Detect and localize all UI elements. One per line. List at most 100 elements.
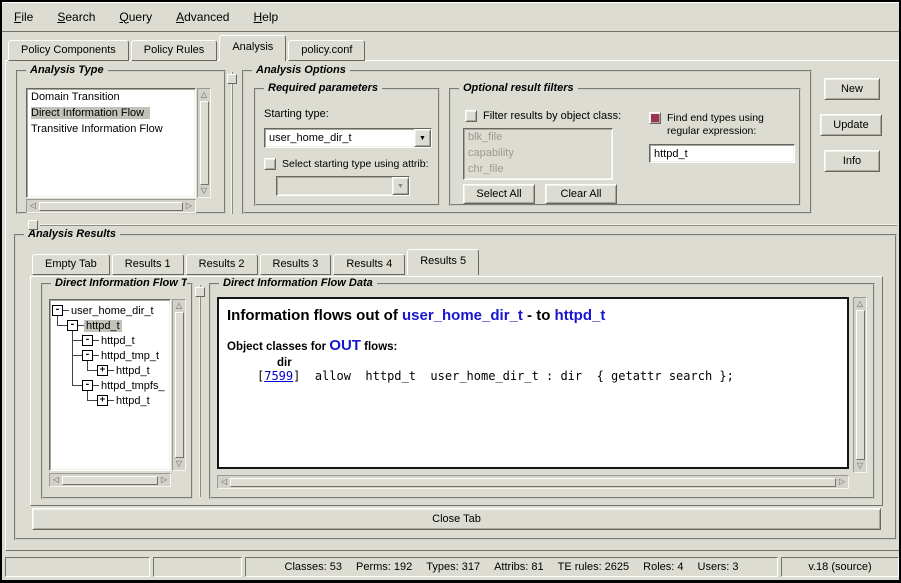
- scroll-right-icon[interactable]: ▷: [184, 201, 194, 211]
- status-panel-version: v.18 (source): [781, 557, 899, 577]
- flow-data-group: Direct Information Flow Data Information…: [209, 283, 875, 499]
- status-panel-empty-2: [153, 557, 242, 577]
- scrollbar-thumb[interactable]: [230, 478, 836, 487]
- starting-type-value: user_home_dir_t: [269, 132, 352, 144]
- info-button[interactable]: Info: [824, 150, 880, 172]
- scroll-right-icon[interactable]: ▷: [837, 477, 847, 487]
- data-vscrollbar[interactable]: △ ▽: [853, 297, 867, 473]
- optional-result-filters-group: Optional result filters Filter results b…: [449, 88, 801, 206]
- tree-node-label[interactable]: httpd_t: [99, 335, 137, 347]
- tree-node-httpd-t-child[interactable]: + httpd_t: [97, 363, 152, 378]
- chevron-down-icon[interactable]: ▼: [414, 129, 431, 147]
- stat-perms: Perms: 192: [356, 561, 412, 573]
- tree-node-label[interactable]: httpd_tmp_t: [99, 350, 161, 362]
- menu-advanced[interactable]: Advanced: [176, 10, 229, 24]
- regex-input[interactable]: [649, 144, 795, 163]
- scroll-left-icon[interactable]: ◁: [219, 477, 229, 487]
- scrollbar-thumb[interactable]: [39, 202, 183, 211]
- close-tab-button[interactable]: Close Tab: [32, 508, 881, 530]
- tree-node-httpd-t[interactable]: - httpd_t: [82, 333, 137, 348]
- menu-file[interactable]: File: [14, 10, 33, 24]
- flow-data-title: Direct Information Flow Data: [219, 277, 377, 289]
- menu-query[interactable]: Query: [119, 10, 152, 24]
- scrollbar-thumb[interactable]: [856, 310, 865, 460]
- tree-node-label[interactable]: user_home_dir_t: [69, 305, 156, 317]
- tree-node-label[interactable]: httpd_tmpfs_: [99, 380, 167, 392]
- object-class-checkbox-label: Filter results by object class:: [483, 110, 621, 122]
- analysis-type-item-transitive-information-flow[interactable]: Transitive Information Flow: [27, 121, 195, 137]
- object-class-checkbox[interactable]: [465, 110, 477, 122]
- rule-line: [7599] allow httpd_t user_home_dir_t : d…: [257, 369, 845, 383]
- tab-results-4[interactable]: Results 4: [333, 254, 405, 275]
- new-button[interactable]: New: [824, 78, 880, 100]
- tab-results-2[interactable]: Results 2: [186, 254, 258, 275]
- tree-node-httpd-t-selected[interactable]: - httpd_t: [67, 318, 122, 333]
- tree-expander-icon[interactable]: -: [52, 305, 63, 316]
- tree-connector: [72, 355, 82, 356]
- tree-vscrollbar[interactable]: △ ▽: [172, 299, 186, 471]
- tree-node-user-home-dir-t[interactable]: - user_home_dir_t: [52, 303, 156, 318]
- scrollbar-thumb[interactable]: [200, 101, 209, 185]
- rule-text: allow httpd_t user_home_dir_t : dir { ge…: [300, 369, 733, 383]
- select-all-button[interactable]: Select All: [463, 184, 535, 204]
- analysis-type-vscrollbar[interactable]: △ ▽: [197, 88, 211, 198]
- analysis-type-item-direct-information-flow[interactable]: Direct Information Flow: [27, 105, 195, 121]
- tab-empty-tab[interactable]: Empty Tab: [32, 254, 110, 275]
- analysis-options-title: Analysis Options: [252, 64, 350, 76]
- results-sash-horizontal[interactable]: [40, 224, 897, 226]
- menu-search[interactable]: Search: [57, 10, 95, 24]
- pane-sash-handle[interactable]: [227, 74, 237, 84]
- data-hscrollbar[interactable]: ◁ ▷: [217, 475, 849, 489]
- tab-policy-conf[interactable]: policy.conf: [288, 40, 365, 61]
- tree-expander-icon[interactable]: +: [97, 365, 108, 376]
- regex-checkbox[interactable]: [649, 112, 661, 124]
- tree-node-httpd-tmp-t[interactable]: - httpd_tmp_t: [82, 348, 161, 363]
- rule-id-link[interactable]: 7599: [264, 369, 293, 383]
- analysis-type-title: Analysis Type: [26, 64, 108, 76]
- analysis-type-item-domain-transition[interactable]: Domain Transition: [27, 89, 195, 105]
- clear-all-button[interactable]: Clear All: [545, 184, 617, 204]
- scrollbar-thumb[interactable]: [62, 476, 158, 485]
- tree-expander-icon[interactable]: -: [67, 320, 78, 331]
- scrollbar-thumb[interactable]: [175, 312, 184, 458]
- tab-policy-rules[interactable]: Policy Rules: [131, 40, 218, 61]
- tree-data-sash[interactable]: [199, 285, 201, 497]
- tree-expander-icon[interactable]: +: [97, 395, 108, 406]
- tree-hscrollbar[interactable]: ◁ ▷: [49, 473, 171, 487]
- analysis-type-listbox[interactable]: Domain Transition Direct Information Flo…: [26, 88, 196, 198]
- tab-analysis[interactable]: Analysis: [219, 35, 286, 61]
- menu-help[interactable]: Help: [253, 10, 278, 24]
- starting-type-combobox[interactable]: user_home_dir_t ▼: [264, 128, 432, 148]
- tree-node-label[interactable]: httpd_t: [84, 320, 122, 332]
- tab-results-3[interactable]: Results 3: [260, 254, 332, 275]
- flow-data-textarea[interactable]: Information flows out of user_home_dir_t…: [217, 297, 849, 469]
- attrib-checkbox[interactable]: [264, 158, 276, 170]
- tab-results-1[interactable]: Results 1: [112, 254, 184, 275]
- results-sash-handle[interactable]: [28, 220, 38, 230]
- scroll-left-icon[interactable]: ◁: [51, 475, 61, 485]
- tree-node-label[interactable]: httpd_t: [114, 365, 152, 377]
- object-class-checkbox-row: Filter results by object class:: [465, 110, 621, 122]
- tab-policy-components[interactable]: Policy Components: [8, 40, 129, 61]
- scroll-down-icon[interactable]: ▽: [199, 186, 209, 196]
- tree-node-httpd-t-child2[interactable]: + httpd_t: [97, 393, 152, 408]
- tree-node-label[interactable]: httpd_t: [114, 395, 152, 407]
- scroll-down-icon[interactable]: ▽: [174, 459, 184, 469]
- tab-results-5[interactable]: Results 5: [407, 249, 479, 275]
- tree-expander-icon[interactable]: -: [82, 335, 93, 346]
- flow-tree[interactable]: - user_home_dir_t - httpd_t - httpd_t - …: [49, 299, 171, 471]
- analysis-type-hscrollbar[interactable]: ◁ ▷: [26, 199, 196, 213]
- tree-expander-icon[interactable]: -: [82, 350, 93, 361]
- scroll-right-icon[interactable]: ▷: [159, 475, 169, 485]
- tree-node-httpd-tmpfs-t[interactable]: - httpd_tmpfs_: [82, 378, 167, 393]
- scroll-down-icon[interactable]: ▽: [855, 461, 865, 471]
- scroll-up-icon[interactable]: △: [855, 299, 865, 309]
- scroll-up-icon[interactable]: △: [199, 90, 209, 100]
- update-button[interactable]: Update: [820, 114, 882, 136]
- analysis-type-group: Analysis Type Domain Transition Direct I…: [16, 70, 226, 214]
- tree-expander-icon[interactable]: -: [82, 380, 93, 391]
- tree-data-sash-handle[interactable]: [195, 287, 205, 297]
- scroll-left-icon[interactable]: ◁: [28, 201, 38, 211]
- pane-sash-vertical[interactable]: [231, 72, 233, 214]
- scroll-up-icon[interactable]: △: [174, 301, 184, 311]
